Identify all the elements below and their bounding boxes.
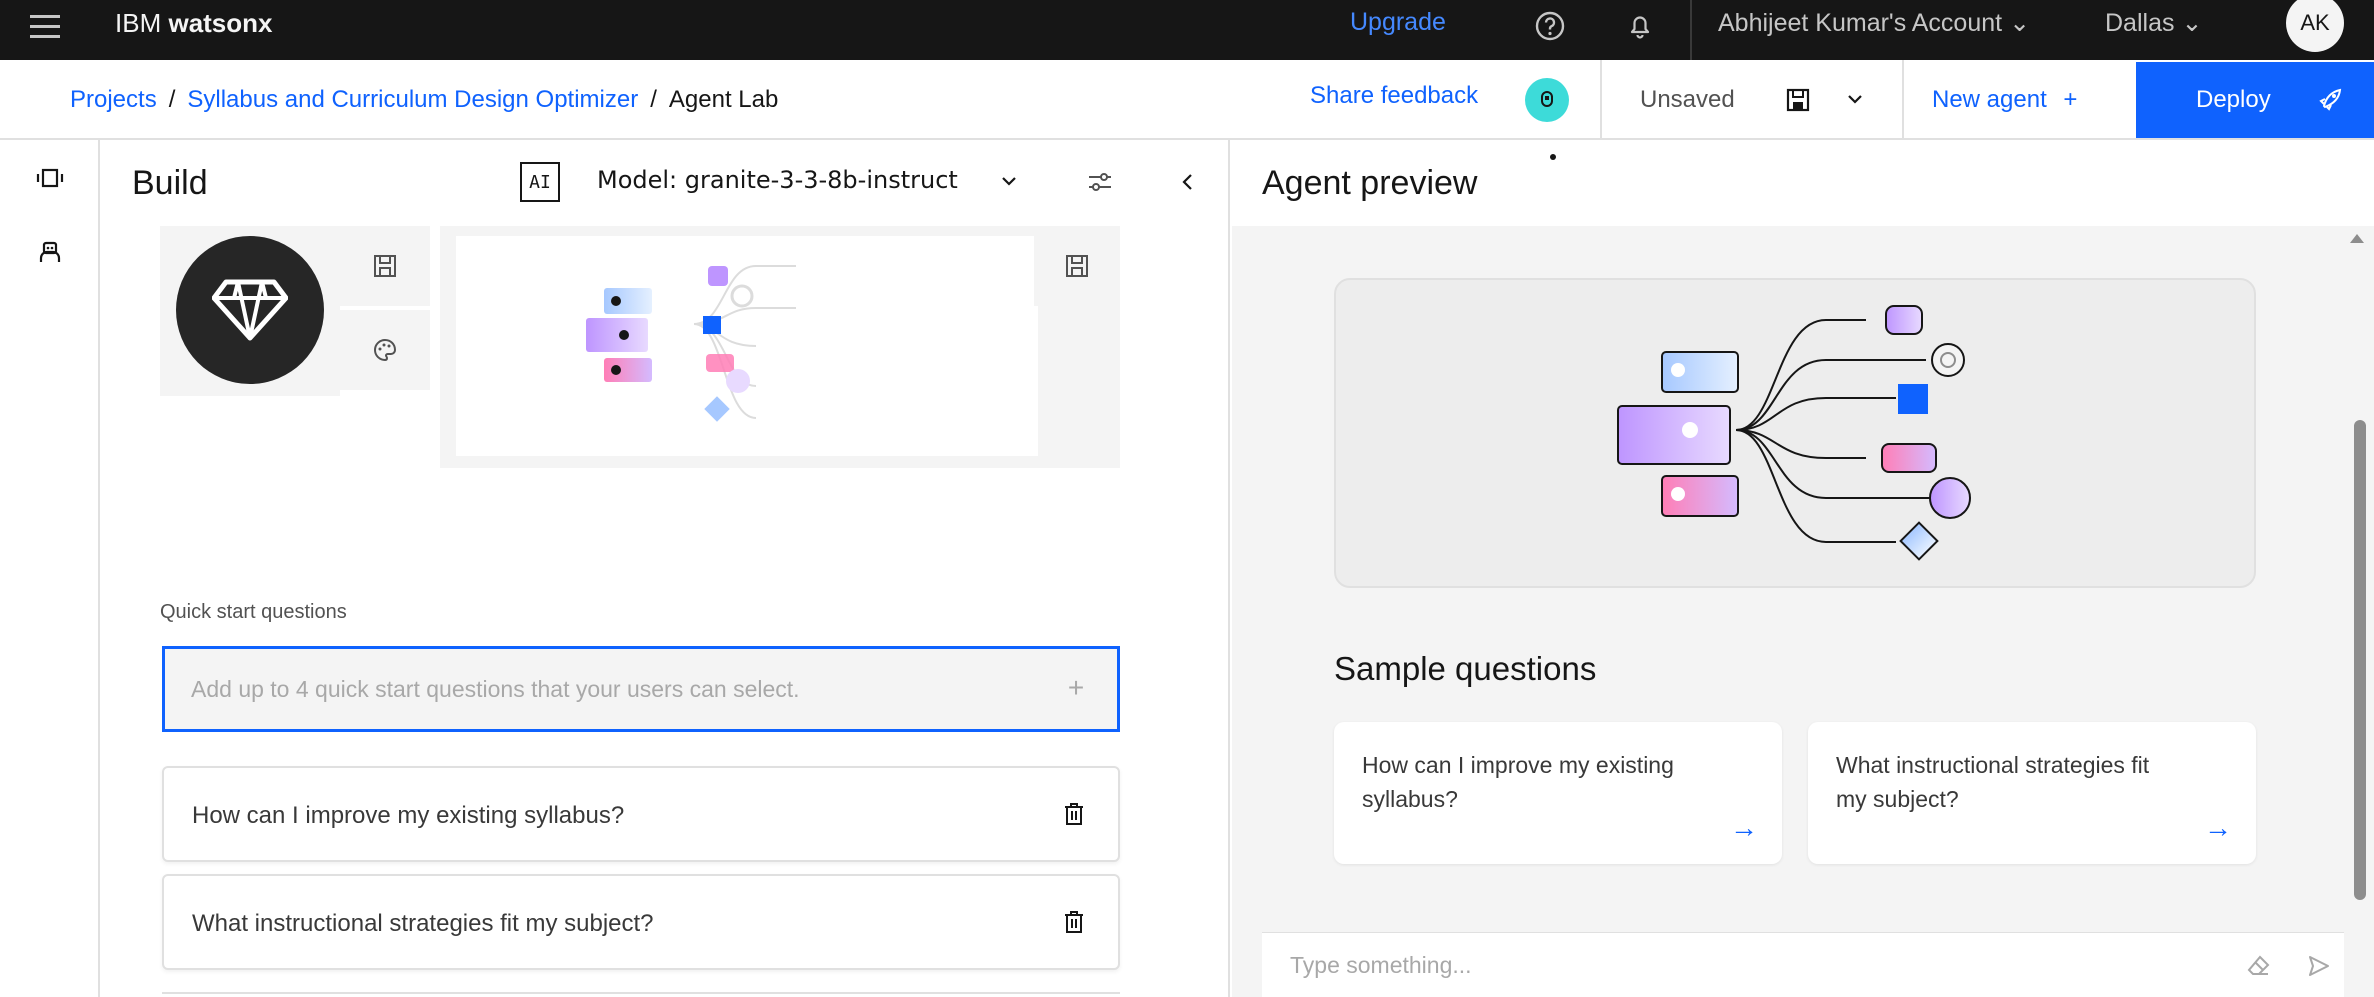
eraser-icon[interactable] [2242,949,2276,983]
sample-question-text: How can I improve my existing syllabus? [1362,752,1674,812]
deploy-label: Deploy [2196,86,2271,113]
sub-header: Projects / Syllabus and Curriculum Desig… [0,60,2374,140]
breadcrumb-current: Agent Lab [668,86,779,113]
account-label: Abhijeet Kumar's Account [1718,9,2003,37]
build-title: Build [132,164,208,202]
chat-input-bar [1262,932,2344,997]
flow-illustration-icon [1617,305,1971,561]
edit-image-button[interactable] [1034,226,1120,306]
region-switcher[interactable]: Dallas ⌄ [2105,8,2202,38]
breadcrumb: Projects / Syllabus and Curriculum Desig… [70,86,778,114]
help-icon[interactable] [1530,6,1570,46]
build-scroll-area: Quick start questions + How can I improv… [100,226,1230,997]
question-text: How can I improve my existing syllabus? [192,802,625,829]
header-divider [1690,0,1692,60]
chevron-down-icon[interactable] [1840,84,1870,114]
save-status: Unsaved [1640,86,1735,113]
agent-preview-panel: Agent preview Sample questions How can I… [1232,140,2374,997]
agent-illustration [456,236,1038,456]
toolbar-divider [1902,60,1904,138]
next-section-edge [162,992,1120,997]
account-switcher[interactable]: Abhijeet Kumar's Account ⌄ [1718,8,2030,38]
avatar[interactable]: AK [2286,0,2344,52]
sliders-icon[interactable] [1080,162,1120,202]
upgrade-link[interactable]: Upgrade [1350,8,1446,37]
agent-image-tile [440,226,1120,468]
bell-icon[interactable] [1620,6,1660,46]
sample-questions-title: Sample questions [1334,650,1597,687]
new-agent-label: New agent [1932,86,2047,113]
build-mode-icon[interactable] [30,158,70,198]
trash-icon[interactable] [1056,904,1092,940]
sample-question-text: What instructional strategies fit my sub… [1836,752,2150,812]
palette-icon[interactable] [340,310,430,390]
agent-icon-tile [160,226,340,396]
preview-header: Agent preview [1232,140,2374,226]
arrow-right-icon: → [1730,812,1758,843]
brand-prefix: IBM [115,8,162,38]
brand-product: watsonx [168,8,273,38]
trash-icon[interactable] [1056,796,1092,832]
preview-title: Agent preview [1262,164,1478,202]
send-icon[interactable] [2302,949,2336,983]
toolbar-divider [1600,60,1602,138]
breadcrumb-separator: / [650,86,657,113]
edit-icon-button[interactable] [340,226,430,306]
list-item: How can I improve my existing syllabus? [162,766,1120,862]
quick-start-input[interactable] [165,649,1045,729]
chevron-down-icon: ⌄ [2009,9,2031,37]
preview-scrollbar[interactable] [2354,420,2366,900]
brand-logo[interactable]: IBM watsonx [115,8,273,39]
left-rail [0,140,100,997]
feedback-badge-icon[interactable] [1525,78,1569,122]
ai-badge-icon: AI [520,162,560,202]
top-header: IBM watsonx Upgrade Abhijeet Kumar's Acc… [0,0,2374,60]
model-selector[interactable]: Model: granite-3-3-8b-instruct [597,166,958,194]
chat-input[interactable] [1262,933,2162,997]
build-panel: Build AI Model: granite-3-3-8b-instruct [100,140,1316,997]
flow-illustration-icon [586,265,796,422]
plus-icon: + [2063,86,2078,113]
question-text: What instructional strategies fit my sub… [192,910,654,937]
add-question-icon[interactable]: + [1059,671,1093,705]
diamond-icon [176,236,324,384]
sample-question-card[interactable]: What instructional strategies fit my sub… [1808,722,2256,864]
preview-hero-card [1334,278,2256,588]
deploy-button[interactable]: Deploy [2136,62,2374,138]
list-item: What instructional strategies fit my sub… [162,874,1120,970]
share-feedback-link[interactable]: Share feedback [1310,82,1478,110]
sample-question-card[interactable]: How can I improve my existing syllabus? … [1334,722,1782,864]
breadcrumb-separator: / [168,86,176,113]
hamburger-menu-icon[interactable] [30,6,70,46]
arrow-right-icon: → [2204,812,2232,843]
quick-start-label: Quick start questions [160,601,347,623]
rocket-icon [2312,82,2348,118]
agent-icon[interactable] [30,232,70,272]
breadcrumb-project[interactable]: Syllabus and Curriculum Design Optimizer [187,86,638,114]
new-agent-button[interactable]: New agent + [1932,86,2077,114]
chevron-down-icon[interactable] [992,164,1026,198]
status-dot [1550,154,1556,160]
scroll-up-icon[interactable] [2350,234,2364,243]
region-label: Dallas [2105,9,2175,37]
save-icon[interactable] [1780,82,1816,118]
quick-start-field: + [162,646,1120,732]
breadcrumb-projects[interactable]: Projects [70,86,157,114]
collapse-chevron-icon[interactable] [1168,162,1208,202]
chevron-down-icon: ⌄ [2181,9,2203,37]
